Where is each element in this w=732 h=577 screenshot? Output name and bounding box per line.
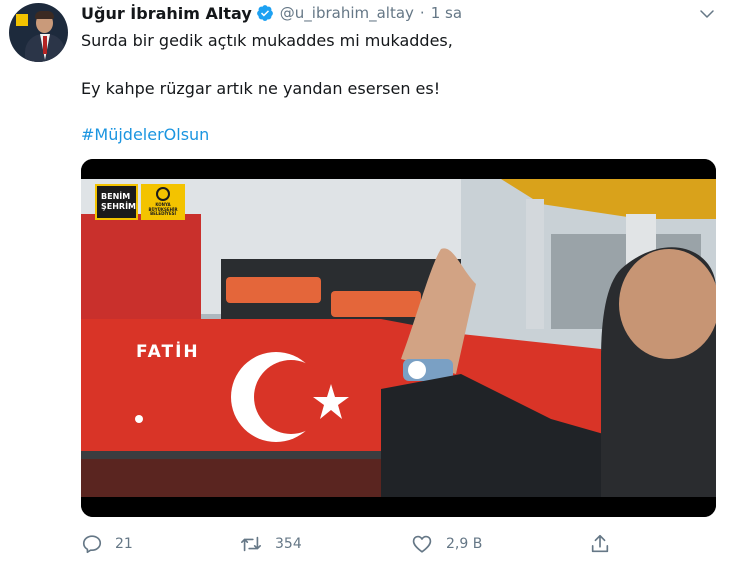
avatar[interactable]: [9, 3, 68, 62]
tweet[interactable]: Uğur İbrahim Altay @u_ibrahim_altay · 1 …: [0, 0, 732, 577]
share-icon: [591, 534, 609, 553]
retweet-icon: [241, 536, 261, 552]
chevron-down-icon[interactable]: [698, 5, 716, 23]
author-handle[interactable]: @u_ibrahim_altay: [280, 4, 414, 22]
share-button[interactable]: [588, 529, 612, 559]
ship-name-text: FATİH: [136, 340, 200, 362]
author-name[interactable]: Uğur İbrahim Altay: [81, 4, 252, 23]
seal-icon: [156, 187, 170, 201]
municipality-logo-icon: [16, 14, 28, 26]
separator-dot: ·: [419, 4, 425, 22]
hashtag-link[interactable]: #MüjdelerOlsun: [81, 125, 209, 144]
retweet-count: 354: [275, 536, 302, 552]
tweet-timestamp[interactable]: 1 sa: [431, 4, 462, 22]
reply-icon: [82, 535, 102, 554]
benim-sehrim-badge: BENİM ŞEHRİM: [95, 184, 138, 220]
tweet-text-line-2: Ey kahpe rüzgar artık ne yandan esersen …: [81, 79, 441, 98]
verified-badge-icon: [256, 4, 274, 22]
tweet-text-line-1: Surda bir gedik açtık mukaddes mi mukadd…: [81, 31, 453, 50]
tweet-actions: 21 354 2,9 B: [0, 529, 732, 559]
tweet-video[interactable]: FATİH BENİM ŞEHRİM KONYA BÜYÜKŞEHİR BELE…: [81, 159, 716, 517]
reply-button[interactable]: 21: [81, 529, 133, 559]
like-button[interactable]: 2,9 B: [410, 529, 482, 559]
retweet-button[interactable]: 354: [239, 529, 302, 559]
reply-count: 21: [115, 536, 133, 552]
like-count: 2,9 B: [446, 536, 483, 552]
tweet-header: Uğur İbrahim Altay @u_ibrahim_altay · 1 …: [81, 2, 462, 24]
like-icon: [412, 535, 432, 553]
konya-municipality-logo: KONYA BÜYÜKŞEHİR BELEDİYESİ: [141, 184, 185, 220]
